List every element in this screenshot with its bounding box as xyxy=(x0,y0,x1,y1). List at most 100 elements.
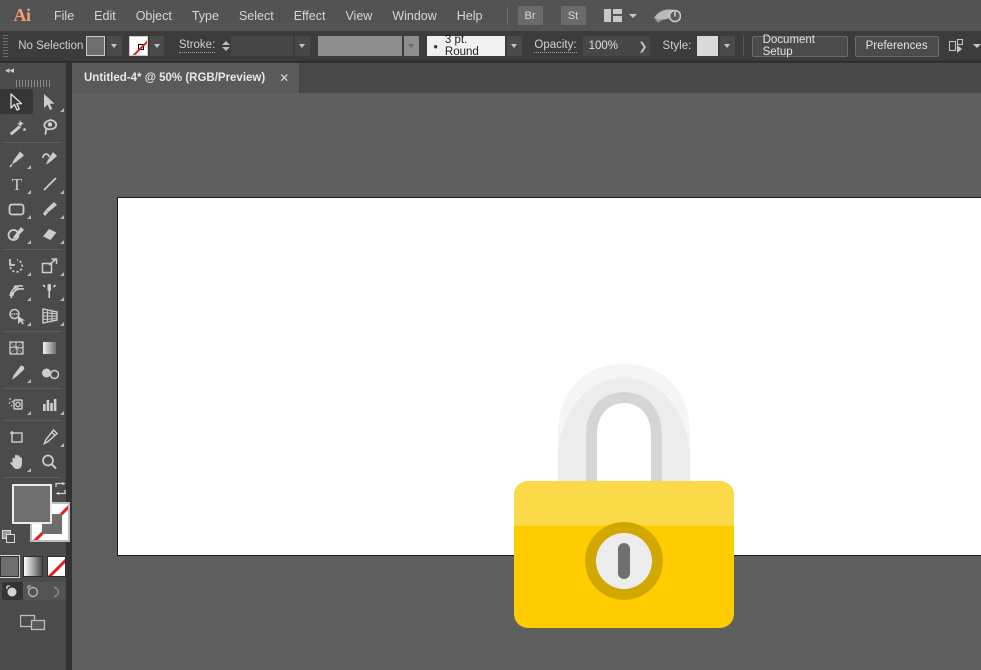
chevron-down-icon xyxy=(408,44,414,48)
workspace-switcher-button[interactable] xyxy=(604,9,637,22)
menu-select[interactable]: Select xyxy=(229,0,284,31)
close-icon[interactable]: ✕ xyxy=(279,72,289,84)
shaper-pencil-tool[interactable] xyxy=(0,221,33,246)
none-mode-button[interactable] xyxy=(47,556,66,577)
graphic-style-swatch[interactable] xyxy=(697,36,718,56)
curvature-tool[interactable] xyxy=(33,146,66,171)
tools-panel-grip[interactable] xyxy=(0,77,66,89)
opacity-expand-button[interactable]: ❯ xyxy=(636,36,650,56)
free-transform-tool[interactable] xyxy=(33,278,66,303)
rocket-launch-button[interactable] xyxy=(653,7,681,25)
tools-panel-collapse-button[interactable]: ◂◂ xyxy=(0,63,66,77)
menu-type[interactable]: Type xyxy=(182,0,229,31)
zoom-tool[interactable] xyxy=(33,449,66,474)
tool-row xyxy=(0,360,66,385)
rectangle-tool-icon xyxy=(7,200,26,218)
direct-selection-tool[interactable] xyxy=(33,89,66,114)
padlock-illustration[interactable] xyxy=(514,358,734,628)
document-tab[interactable]: Untitled-4* @ 50% (RGB/Preview) ✕ xyxy=(72,63,299,93)
menu-effect[interactable]: Effect xyxy=(284,0,336,31)
tools-divider xyxy=(4,477,62,478)
flyout-triangle-icon xyxy=(60,215,64,219)
line-segment-tool[interactable] xyxy=(33,171,66,196)
draw-normal-button[interactable] xyxy=(2,582,23,600)
stroke-weight-dropdown[interactable] xyxy=(295,36,310,56)
mesh-tool[interactable] xyxy=(0,335,33,360)
flyout-triangle-icon xyxy=(27,165,31,169)
artboard[interactable] xyxy=(117,197,981,556)
preferences-button[interactable]: Preferences xyxy=(855,36,939,57)
stock-badge[interactable]: St xyxy=(561,6,586,25)
tools-divider xyxy=(4,249,62,250)
graphic-style-dropdown[interactable] xyxy=(720,36,735,56)
magic-wand-tool[interactable] xyxy=(0,114,33,139)
fill-swatch-dropdown[interactable] xyxy=(107,36,122,56)
fill-color-box[interactable] xyxy=(12,484,52,524)
pen-tool-icon xyxy=(7,150,26,168)
menu-view[interactable]: View xyxy=(335,0,382,31)
eraser-tool[interactable] xyxy=(33,221,66,246)
draw-behind-button[interactable] xyxy=(23,582,44,600)
stroke-profile-input[interactable] xyxy=(318,36,402,56)
hand-tool[interactable] xyxy=(0,449,33,474)
free-transform-tool-icon xyxy=(40,282,59,300)
stroke-weight-stepper[interactable] xyxy=(221,36,231,56)
stroke-weight-input[interactable] xyxy=(231,36,293,56)
stroke-profile-dropdown[interactable] xyxy=(404,36,419,56)
change-screen-mode-icon[interactable] xyxy=(20,612,46,631)
blend-tool[interactable] xyxy=(33,360,66,385)
menu-window[interactable]: Window xyxy=(382,0,446,31)
type-tool[interactable]: T xyxy=(0,171,33,196)
draw-inside-button[interactable] xyxy=(44,582,65,600)
paintbrush-tool[interactable] xyxy=(33,196,66,221)
rotate-tool-icon xyxy=(7,257,26,275)
rotate-tool[interactable] xyxy=(0,253,33,278)
stroke-color-swatch[interactable] xyxy=(129,36,148,56)
menu-edit[interactable]: Edit xyxy=(84,0,126,31)
keyhole-slot xyxy=(618,543,630,579)
stroke-weight-label[interactable]: Stroke: xyxy=(179,39,215,53)
tool-row xyxy=(0,278,66,303)
scale-tool[interactable] xyxy=(33,253,66,278)
eyedropper-tool[interactable] xyxy=(0,360,33,385)
perspective-grid-tool[interactable] xyxy=(33,303,66,328)
brush-definition-dropdown[interactable] xyxy=(507,36,522,56)
gradient-mode-button[interactable] xyxy=(23,556,42,577)
shape-builder-tool[interactable] xyxy=(0,303,33,328)
direct-selection-tool-icon xyxy=(42,93,57,111)
symbol-sprayer-tool[interactable] xyxy=(0,392,33,417)
selection-tool[interactable] xyxy=(0,89,33,114)
bridge-badge[interactable]: Br xyxy=(518,6,543,25)
opacity-input[interactable]: 100% xyxy=(583,36,637,56)
swap-fill-stroke-icon[interactable] xyxy=(54,482,67,495)
fill-color-swatch[interactable] xyxy=(86,36,105,56)
selection-tool-icon xyxy=(9,93,24,111)
menu-help[interactable]: Help xyxy=(447,0,493,31)
width-tool[interactable] xyxy=(0,278,33,303)
slice-tool[interactable] xyxy=(33,424,66,449)
lasso-tool[interactable] xyxy=(33,114,66,139)
document-setup-button[interactable]: Document Setup xyxy=(752,36,848,57)
menu-object[interactable]: Object xyxy=(126,0,182,31)
menu-file[interactable]: File xyxy=(44,0,84,31)
chevron-down-icon xyxy=(511,44,517,48)
pen-tool[interactable] xyxy=(0,146,33,171)
menu-divider xyxy=(507,7,508,25)
brush-dot-icon: • xyxy=(433,39,438,54)
lasso-tool-icon xyxy=(40,118,59,136)
canvas-area[interactable] xyxy=(72,93,981,670)
stroke-swatch-dropdown[interactable] xyxy=(150,36,165,56)
opacity-label[interactable]: Opacity: xyxy=(534,39,576,53)
tool-row xyxy=(0,424,66,449)
align-to-selection-button[interactable] xyxy=(949,39,981,54)
control-bar-grip[interactable] xyxy=(3,35,8,57)
rectangle-tool[interactable] xyxy=(0,196,33,221)
color-mode-button[interactable] xyxy=(0,556,19,577)
default-fill-stroke-icon[interactable] xyxy=(2,530,16,544)
brush-definition-input[interactable]: • 3 pt. Round xyxy=(427,36,505,56)
tools-panel: ◂◂ xyxy=(0,63,66,670)
tool-row xyxy=(0,303,66,328)
column-graph-tool[interactable] xyxy=(33,392,66,417)
gradient-tool[interactable] xyxy=(33,335,66,360)
artboard-tool[interactable] xyxy=(0,424,33,449)
